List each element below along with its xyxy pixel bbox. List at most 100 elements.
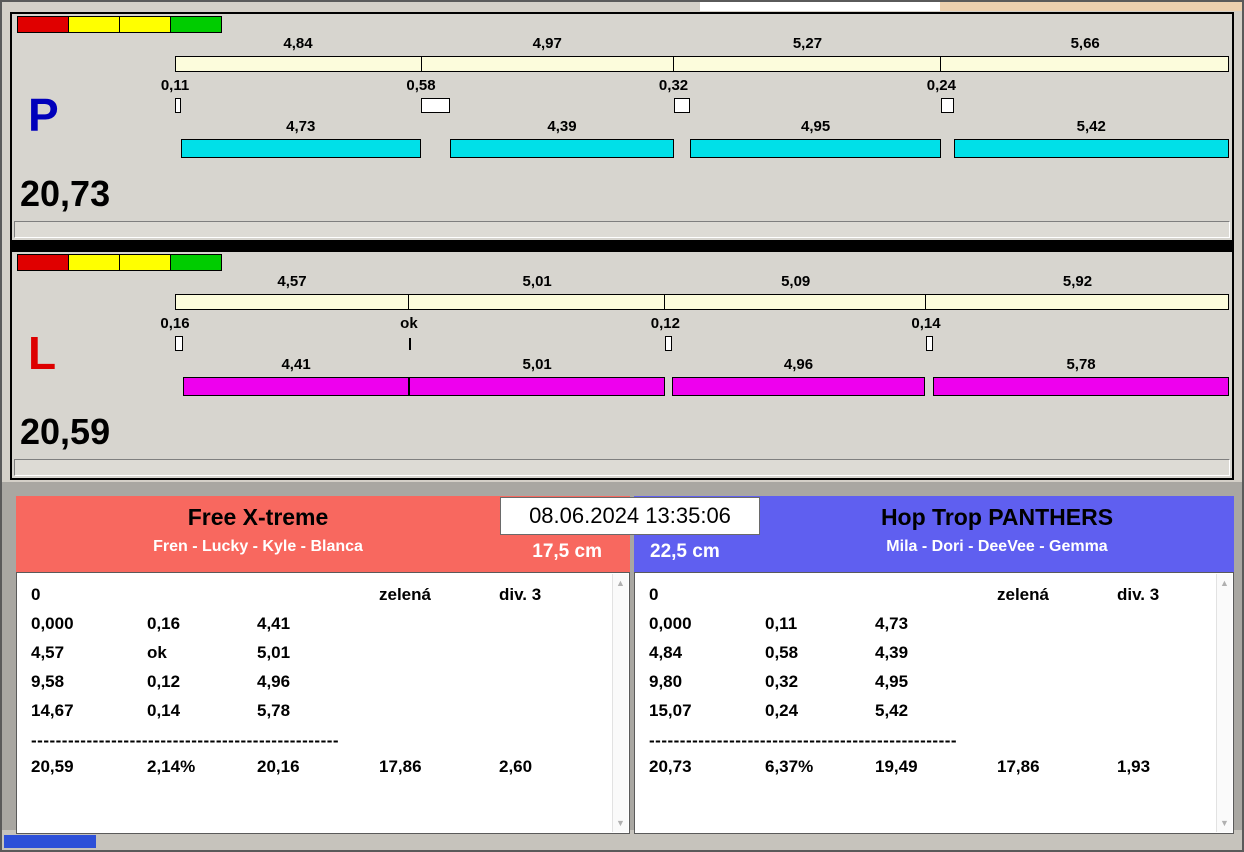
split-segment — [926, 295, 1228, 309]
dog-time-bar — [933, 377, 1229, 396]
lane-message-strip — [14, 221, 1230, 238]
split-segment — [665, 295, 925, 309]
table-cell: zelená — [997, 585, 1049, 605]
table-cell: div. 3 — [1117, 585, 1159, 605]
traffic-light-yellow-box-2 — [119, 16, 171, 33]
scroll-up-icon[interactable]: ▲ — [613, 577, 628, 589]
table-cell: 0,24 — [765, 701, 798, 721]
dog-time-bar — [409, 377, 665, 396]
dog-time-label: 4,96 — [784, 356, 813, 373]
table-cell: 6,37% — [765, 757, 813, 777]
change-interval-markers — [175, 336, 1229, 352]
table-cell: 4,95 — [875, 672, 908, 692]
table-row: 0 zelená div. 3 — [635, 583, 1233, 612]
split-time-label: 5,27 — [793, 35, 822, 52]
split-time-label: 5,09 — [781, 273, 810, 290]
dog-time-label: 5,42 — [1077, 118, 1106, 135]
lane-panel-L: 4,57 5,01 5,09 5,92 0,16 ok 0,12 0,14 — [10, 250, 1234, 480]
change-time-label: 0,58 — [406, 77, 435, 94]
table-row: 15,07 0,24 5,42 — [635, 699, 1233, 728]
background-window-tan — [940, 2, 1242, 11]
traffic-light-red-box — [17, 254, 69, 271]
split-time-label: 4,57 — [277, 273, 306, 290]
change-interval-markers — [175, 98, 1229, 114]
change-time-label: 0,14 — [911, 315, 940, 332]
table-cell: 4,57 — [31, 643, 64, 663]
table-cell: 17,86 — [997, 757, 1040, 777]
dog-time-bars — [175, 139, 1229, 158]
change-time-label: 0,12 — [651, 315, 680, 332]
table-separator: ----------------------------------------… — [635, 728, 1233, 755]
table-cell: 5,78 — [257, 701, 290, 721]
table-row: 0 zelená div. 3 — [17, 583, 629, 612]
scroll-down-icon[interactable]: ▼ — [1217, 817, 1232, 829]
change-interval-marker — [926, 336, 933, 351]
dog-time-labels: 4,73 4,39 4,95 5,42 — [175, 118, 1229, 136]
table-totals-row: 20,73 6,37% 19,49 17,86 1,93 — [635, 755, 1233, 784]
table-cell: 20,16 — [257, 757, 300, 777]
table-cell: 0 — [31, 585, 40, 605]
background-window-white — [700, 2, 940, 11]
change-time-label: 0,16 — [160, 315, 189, 332]
table-row: 4,84 0,58 4,39 — [635, 641, 1233, 670]
table-cell: zelená — [379, 585, 431, 605]
timestamp: 08.06.2024 13:35:06 — [500, 497, 760, 535]
change-time-label: 0,32 — [659, 77, 688, 94]
dog-time-bar — [450, 139, 673, 158]
table-cell: 0 — [649, 585, 658, 605]
dog-time-bar — [183, 377, 409, 396]
dog-time-bar — [954, 139, 1229, 158]
table-cell: 4,41 — [257, 614, 290, 634]
split-segment — [422, 57, 674, 71]
traffic-light-yellow-box-1 — [68, 16, 120, 33]
split-time-labels: 4,84 4,97 5,27 5,66 — [175, 35, 1229, 53]
dog-time-bars — [175, 377, 1229, 396]
team-name: Free X-treme — [16, 504, 500, 531]
table-row: 14,67 0,14 5,78 — [17, 699, 629, 728]
table-cell: 15,07 — [649, 701, 692, 721]
table-cell: 0,000 — [31, 614, 74, 634]
table-separator: ----------------------------------------… — [17, 728, 629, 755]
change-interval-marker — [941, 98, 953, 113]
table-cell: 2,14% — [147, 757, 195, 777]
window-top-edge — [2, 2, 1242, 11]
table-row: 9,58 0,12 4,96 — [17, 670, 629, 699]
dog-time-label: 4,95 — [801, 118, 830, 135]
lane-chart: 4,84 4,97 5,27 5,66 0,11 0,58 0,32 0,24 — [175, 14, 1229, 164]
team-members: Fren - Lucky - Kyle - Blanca — [16, 538, 500, 556]
table-cell: 0,12 — [147, 672, 180, 692]
change-interval-marker — [175, 98, 181, 113]
table-cell: 0,58 — [765, 643, 798, 663]
app-window: 4,84 4,97 5,27 5,66 0,11 0,58 0,32 0,24 — [0, 0, 1244, 852]
table-row: 0,000 0,16 4,41 — [17, 612, 629, 641]
split-time-label: 5,92 — [1063, 273, 1092, 290]
change-interval-marker — [674, 98, 690, 113]
scroll-up-icon[interactable]: ▲ — [1217, 577, 1232, 589]
change-interval-marker — [175, 336, 183, 351]
split-segment — [409, 295, 665, 309]
table-cell: 4,73 — [875, 614, 908, 634]
lane-letter: P — [28, 92, 59, 138]
split-time-label: 5,01 — [523, 273, 552, 290]
table-cell: 14,67 — [31, 701, 74, 721]
change-time-label: 0,11 — [161, 77, 189, 94]
jump-height: 17,5 cm — [532, 541, 602, 563]
table-scrollbar[interactable]: ▲ ▼ — [1216, 574, 1232, 832]
table-cell: 5,01 — [257, 643, 290, 663]
split-segment — [176, 295, 409, 309]
scroll-down-icon[interactable]: ▼ — [613, 817, 628, 829]
lane-chart: 4,57 5,01 5,09 5,92 0,16 ok 0,12 0,14 — [175, 252, 1229, 402]
table-cell: 0,11 — [765, 614, 797, 634]
results-table-left: 0 zelená div. 3 0,000 0,16 4,41 4,57 ok … — [16, 572, 630, 834]
traffic-light-yellow-box-2 — [119, 254, 171, 271]
dog-time-label: 5,78 — [1066, 356, 1095, 373]
team-members: Mila - Dori - DeeVee - Gemma — [760, 538, 1234, 556]
table-cell: 5,42 — [875, 701, 908, 721]
table-cell: 4,96 — [257, 672, 290, 692]
split-segment — [176, 57, 422, 71]
table-row: 0,000 0,11 4,73 — [635, 612, 1233, 641]
table-cell: 4,39 — [875, 643, 908, 663]
table-scrollbar[interactable]: ▲ ▼ — [612, 574, 628, 832]
change-time-labels: 0,11 0,58 0,32 0,24 — [175, 77, 1229, 94]
dog-time-label: 4,41 — [281, 356, 310, 373]
